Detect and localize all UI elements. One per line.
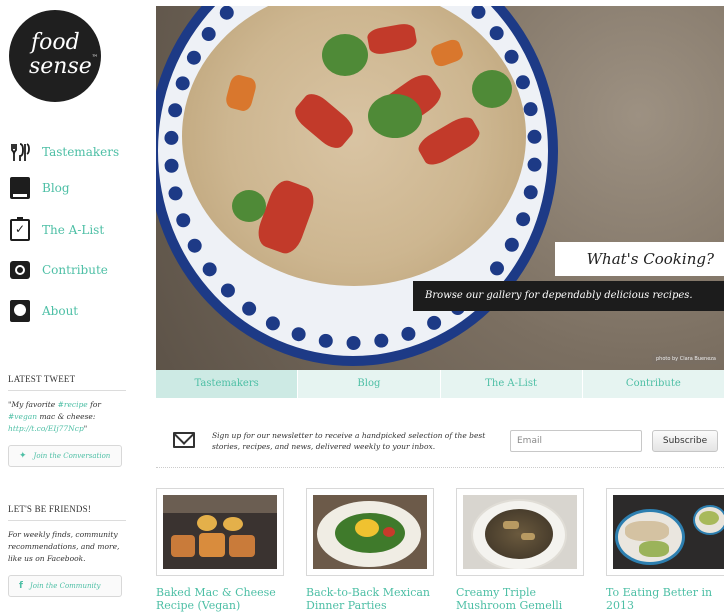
tastemakers-icon	[10, 141, 30, 163]
sidebar: food sense™ Tastemakers Blog The A-List …	[0, 0, 150, 614]
mac-cheese-photo	[163, 495, 277, 569]
nav-label: The A-List	[42, 223, 105, 237]
broccoli-floret	[368, 94, 422, 138]
tab-the-a-list[interactable]: The A-List	[439, 370, 582, 398]
recipe-thumbnail[interactable]	[456, 488, 584, 576]
nav-item-about[interactable]: About	[10, 299, 78, 323]
tab-tastemakers[interactable]: Tastemakers	[156, 370, 298, 398]
hashtag-link[interactable]: #vegan	[8, 412, 37, 421]
food-sense-logo[interactable]: food sense™	[9, 10, 101, 102]
broccoli-floret	[232, 190, 266, 222]
friends-heading: LET'S BE FRIENDS!	[8, 504, 126, 521]
subscribe-button[interactable]: Subscribe	[652, 430, 718, 452]
join-conversation-button[interactable]: ✦ Join the Conversation	[8, 445, 122, 467]
bowl-image	[156, 6, 558, 366]
recipe-title[interactable]: Back-to-Back Mexican Dinner Parties	[306, 586, 434, 612]
nav-item-blog[interactable]: Blog	[10, 176, 70, 200]
recipe-thumbnail[interactable]	[606, 488, 724, 576]
pepper-slice	[414, 112, 484, 170]
logo-line-1: food	[31, 30, 80, 55]
nav-label: About	[42, 304, 79, 318]
photo-credit: photo by Clara Bueneza	[652, 354, 720, 364]
tab-bar: Tastemakers Blog The A-List Contribute	[156, 370, 724, 398]
nav-label: Tastemakers	[42, 145, 120, 159]
tweet-url-link[interactable]: http://t.co/EIj77Ncp	[8, 424, 84, 433]
latest-tweet-heading: LATEST TWEET	[8, 374, 126, 391]
latest-tweet-text: "My favorite #recipe for #vegan mac & ch…	[8, 400, 101, 433]
pepper-slice	[290, 88, 358, 154]
newsletter-text: Sign up for our newsletter to receive a …	[212, 431, 486, 451]
facebook-icon: f	[19, 581, 23, 591]
twitter-bird-icon: ✦	[19, 451, 27, 461]
recipe-title[interactable]: Creamy Triple Mushroom Gemelli	[456, 586, 584, 612]
gallery-caption-box[interactable]: Browse our gallery for dependably delici…	[413, 281, 724, 311]
recipe-card[interactable]: Creamy Triple Mushroom Gemelli	[456, 488, 584, 612]
mexican-dinner-photo	[313, 495, 427, 569]
recipe-title[interactable]: To Eating Better in 2013	[606, 586, 724, 612]
pepper-slice	[366, 22, 418, 56]
logo-line-2: sense™	[29, 54, 98, 79]
gallery-caption: Browse our gallery for dependably delici…	[425, 290, 693, 301]
recipe-card[interactable]: To Eating Better in 2013	[606, 488, 724, 612]
whats-cooking-box: What's Cooking?	[555, 242, 724, 276]
hashtag-link[interactable]: #recipe	[58, 400, 88, 409]
carrot-piece	[429, 37, 465, 69]
friends-text: For weekly finds, community recommendati…	[8, 530, 120, 563]
recipe-card[interactable]: Back-to-Back Mexican Dinner Parties	[306, 488, 434, 612]
nav-label: Blog	[42, 181, 70, 195]
about-icon	[10, 300, 30, 322]
recipe-card[interactable]: Baked Mac & Cheese Recipe (Vegan)	[156, 488, 284, 612]
pepper-slice	[253, 176, 319, 258]
nav-item-the-a-list[interactable]: The A-List	[10, 217, 105, 242]
newsletter-signup: Sign up for our newsletter to receive a …	[156, 418, 724, 468]
email-field[interactable]	[510, 430, 642, 452]
latest-tweet-section: LATEST TWEET "My favorite #recipe for #v…	[8, 374, 126, 467]
recipe-thumbnail[interactable]	[306, 488, 434, 576]
friends-section: LET'S BE FRIENDS! For weekly finds, comm…	[8, 504, 126, 597]
join-community-button[interactable]: f Join the Community	[8, 575, 122, 597]
camera-icon	[10, 261, 30, 279]
recipe-title[interactable]: Baked Mac & Cheese Recipe (Vegan)	[156, 586, 284, 612]
broccoli-floret	[472, 70, 512, 108]
book-icon	[10, 177, 30, 199]
broccoli-floret	[322, 34, 368, 76]
nav-item-tastemakers[interactable]: Tastemakers	[10, 140, 119, 164]
clipboard-check-icon	[10, 217, 30, 241]
tab-contribute[interactable]: Contribute	[581, 370, 724, 398]
whats-cooking-title: What's Cooking?	[586, 250, 714, 268]
eating-better-photo	[613, 495, 724, 569]
nav-item-contribute[interactable]: Contribute	[10, 258, 108, 282]
carrot-piece	[224, 73, 258, 113]
envelope-icon	[173, 432, 195, 448]
nav-label: Contribute	[42, 263, 108, 277]
recipe-thumbnail[interactable]	[156, 488, 284, 576]
tab-blog[interactable]: Blog	[297, 370, 439, 398]
hero-banner[interactable]: What's Cooking? Browse our gallery for d…	[156, 6, 724, 370]
mushroom-gemelli-photo	[463, 495, 577, 569]
